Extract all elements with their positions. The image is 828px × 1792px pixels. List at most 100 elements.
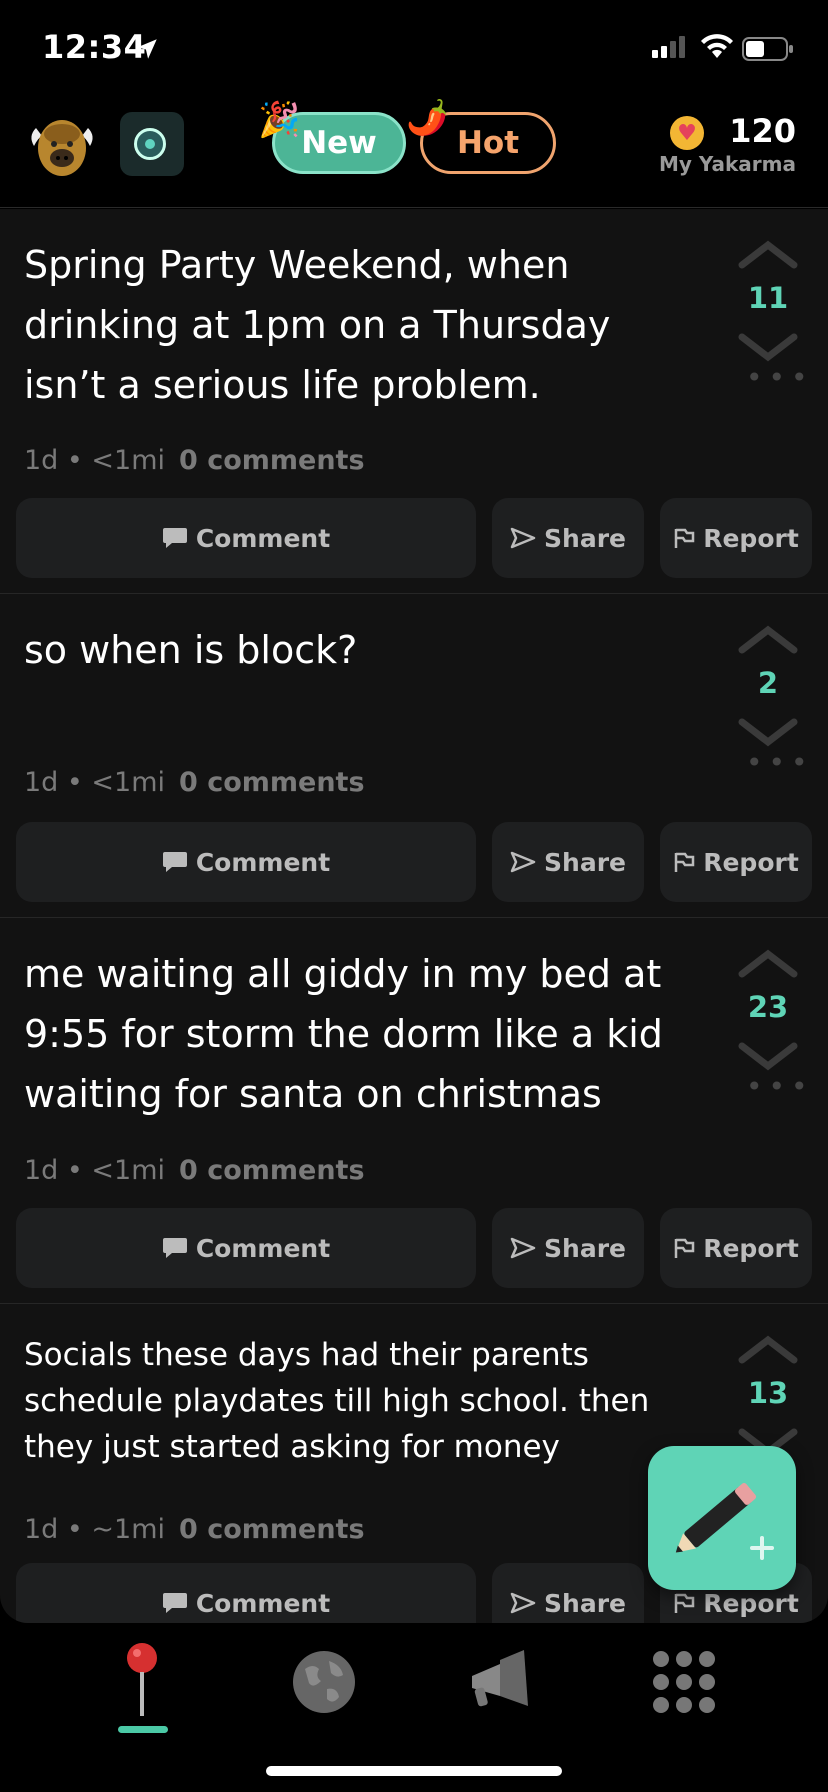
cellular-signal-icon: [652, 36, 685, 58]
flag-icon: [674, 1238, 695, 1258]
flag-icon: [674, 1593, 695, 1613]
share-label: Share: [544, 847, 626, 877]
yakarma-display[interactable]: ♥ 120 My Yakarma: [656, 112, 796, 182]
post-text: me waiting all giddy in my bed at 9:55 f…: [24, 952, 663, 1116]
share-button[interactable]: Share: [492, 1208, 644, 1288]
post-time-distance: 1d • <1mi: [24, 445, 166, 476]
downvote-icon[interactable]: [738, 333, 798, 363]
globe-icon: [293, 1651, 355, 1713]
share-label: Share: [544, 1588, 626, 1618]
bottom-nav: [0, 1624, 828, 1792]
status-bar: 12:34: [0, 0, 828, 100]
top-header: New 🎉 Hot 🌶️ ♥ 120 My Yakarma: [0, 98, 828, 208]
more-options-icon[interactable]: •••: [746, 361, 814, 394]
active-tab-indicator: [118, 1726, 168, 1733]
grid-icon: [653, 1651, 715, 1713]
heart-icon: ♥: [670, 116, 704, 150]
report-label: Report: [703, 523, 799, 553]
comment-button[interactable]: Comment: [16, 822, 476, 902]
status-time: 12:34: [42, 28, 147, 66]
upvote-icon[interactable]: [738, 239, 798, 269]
post-card[interactable]: Spring Party Weekend, when drinking at 1…: [0, 209, 828, 594]
report-button[interactable]: Report: [660, 822, 812, 902]
pencil-plus-icon: [675, 1483, 774, 1560]
wifi-icon: [701, 34, 733, 58]
speech-bubble-icon: [162, 1593, 187, 1613]
report-label: Report: [703, 1588, 799, 1618]
flag-icon: [674, 852, 695, 872]
school-badge-icon[interactable]: [120, 112, 184, 176]
share-label: Share: [544, 523, 626, 553]
post-card[interactable]: me waiting all giddy in my bed at 9:55 f…: [0, 918, 828, 1304]
home-indicator: [266, 1766, 562, 1776]
post-text: so when is block?: [24, 628, 358, 672]
comment-label: Comment: [195, 847, 331, 877]
upvote-icon[interactable]: [738, 1334, 798, 1364]
comment-label: Comment: [195, 1233, 331, 1263]
post-time-distance: 1d • ~1mi: [24, 1514, 166, 1545]
upvote-icon[interactable]: [738, 948, 798, 978]
yak-avatar-icon[interactable]: [26, 110, 98, 182]
share-label: Share: [544, 1233, 626, 1263]
more-options-icon[interactable]: •••: [746, 746, 814, 779]
report-button[interactable]: Report: [660, 1208, 812, 1288]
post-meta: 1d • ~1mi 0 comments: [24, 1514, 365, 1545]
post-actions: Comment Share Report: [16, 1208, 812, 1288]
battery-icon: [742, 37, 793, 61]
share-button[interactable]: Share: [492, 822, 644, 902]
post-comment-count[interactable]: 0 comments: [179, 1155, 365, 1186]
comment-button[interactable]: Comment: [16, 1563, 476, 1623]
post-comment-count[interactable]: 0 comments: [179, 767, 365, 798]
send-icon: [510, 527, 536, 549]
speech-bubble-icon: [162, 852, 187, 872]
compose-post-button[interactable]: [648, 1446, 796, 1590]
send-icon: [510, 1237, 536, 1259]
post-time-distance: 1d • <1mi: [24, 1155, 166, 1186]
comment-label: Comment: [195, 523, 331, 553]
post-meta: 1d • <1mi 0 comments: [24, 445, 365, 476]
location-arrow-icon: [137, 39, 157, 59]
share-button[interactable]: Share: [492, 1563, 644, 1623]
vote-count: 23: [747, 990, 789, 1024]
send-icon: [510, 1592, 536, 1614]
nav-local[interactable]: [102, 1642, 182, 1722]
post-actions: Comment Share Report: [16, 822, 812, 902]
upvote-icon[interactable]: [738, 624, 798, 654]
post-comment-count[interactable]: 0 comments: [179, 445, 365, 476]
megaphone-icon: [472, 1650, 528, 1707]
nav-notifications[interactable]: [460, 1642, 540, 1722]
speech-bubble-icon: [162, 528, 187, 548]
pin-icon: [127, 1643, 157, 1716]
chili-pepper-icon: 🌶️: [406, 98, 449, 138]
vote-count: 13: [747, 1376, 789, 1410]
vote-count: 2: [757, 666, 779, 700]
post-text: Socials these days had their parents sch…: [24, 1337, 650, 1465]
share-button[interactable]: Share: [492, 498, 644, 578]
send-icon: [510, 851, 536, 873]
post-text: Spring Party Weekend, when drinking at 1…: [24, 243, 611, 407]
nav-explore[interactable]: [284, 1642, 364, 1722]
report-label: Report: [703, 1233, 799, 1263]
comment-button[interactable]: Comment: [16, 1208, 476, 1288]
downvote-icon[interactable]: [738, 718, 798, 748]
report-button[interactable]: Report: [660, 498, 812, 578]
yakarma-value: 120: [729, 112, 796, 150]
report-label: Report: [703, 847, 799, 877]
nav-more[interactable]: [644, 1642, 724, 1722]
post-feed[interactable]: Spring Party Weekend, when drinking at 1…: [0, 209, 828, 1623]
more-options-icon[interactable]: •••: [746, 1070, 814, 1103]
post-time-distance: 1d • <1mi: [24, 767, 166, 798]
post-actions: Comment Share Report: [16, 498, 812, 578]
speech-bubble-icon: [162, 1238, 187, 1258]
party-popper-icon: 🎉: [258, 100, 301, 140]
comment-label: Comment: [195, 1588, 331, 1618]
vote-count: 11: [747, 281, 789, 315]
post-comment-count[interactable]: 0 comments: [179, 1514, 365, 1545]
downvote-icon[interactable]: [738, 1042, 798, 1072]
post-card[interactable]: so when is block? 1d • <1mi 0 comments 2 …: [0, 594, 828, 918]
comment-button[interactable]: Comment: [16, 498, 476, 578]
flag-icon: [674, 528, 695, 548]
post-meta: 1d • <1mi 0 comments: [24, 1155, 365, 1186]
yakarma-label: My Yakarma: [658, 152, 796, 176]
post-meta: 1d • <1mi 0 comments: [24, 767, 365, 798]
